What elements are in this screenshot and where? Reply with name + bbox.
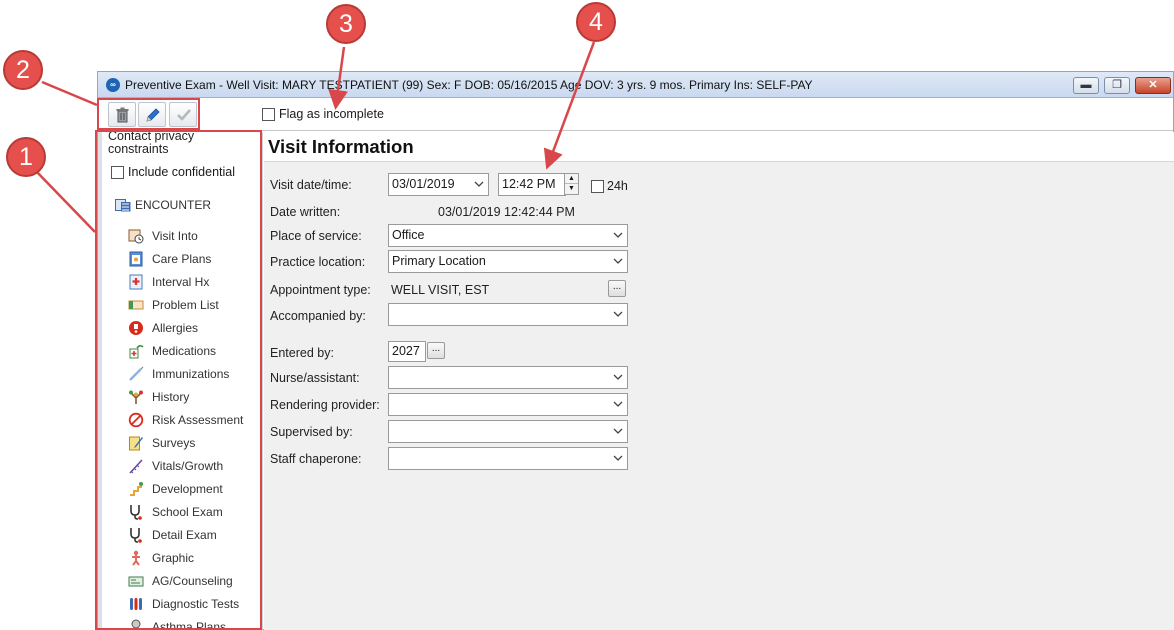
annotation-arrows xyxy=(34,41,596,233)
callout-3-arrow xyxy=(328,46,348,110)
callout-3: 3 xyxy=(326,4,366,44)
callout-4-arrow xyxy=(543,41,596,170)
callout-4: 4 xyxy=(576,2,616,42)
callout-1: 1 xyxy=(6,137,46,177)
callout-2: 2 xyxy=(3,50,43,90)
callout-1-line xyxy=(34,169,96,233)
callout-2-line xyxy=(41,80,98,107)
